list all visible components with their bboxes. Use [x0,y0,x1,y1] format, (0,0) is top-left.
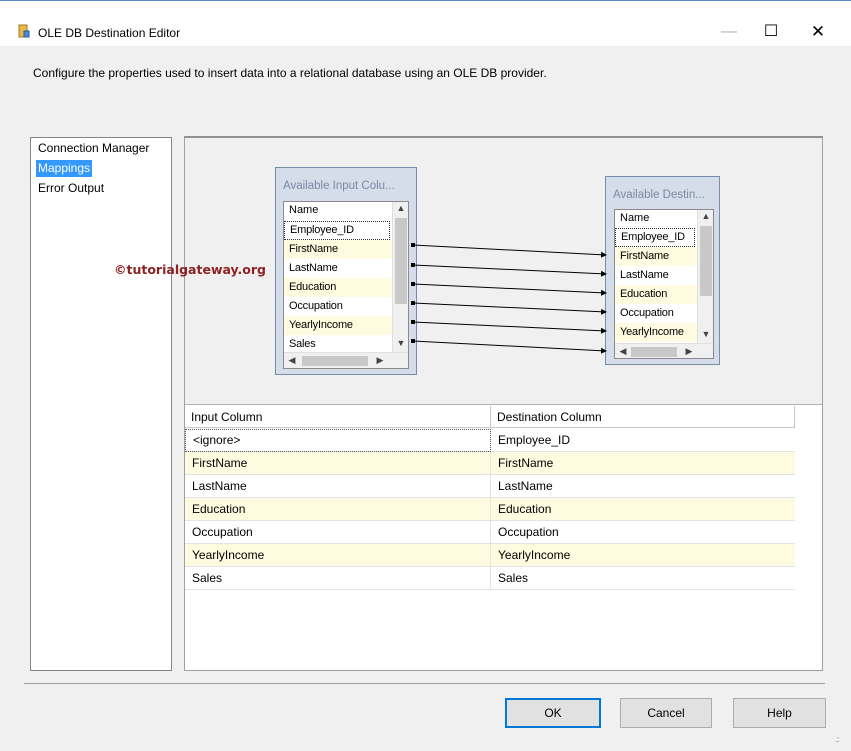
destination-column-cell[interactable]: YearlyIncome [491,544,795,567]
ok-button[interactable]: OK [505,698,601,728]
table-row[interactable]: Sales Sales [185,567,795,590]
input-column-cell[interactable]: YearlyIncome [185,544,491,567]
resize-grip-icon[interactable]: .:: [835,735,840,744]
destination-column-cell[interactable]: Sales [491,567,795,590]
ssis-destination-icon [18,24,30,38]
watermark-text: ©tutorialgateway.org [114,262,266,277]
table-row[interactable]: Education Education [185,498,795,521]
close-button[interactable]: ✕ [795,19,841,45]
mapping-link[interactable] [412,283,607,296]
table-row[interactable]: Occupation Occupation [185,521,795,544]
input-column-header[interactable]: Input Column [185,406,491,428]
mapping-link[interactable] [412,264,607,277]
nav-panel: Connection Manager Mappings Error Output [30,137,172,671]
mapping-link[interactable] [412,302,607,315]
input-column-cell[interactable]: <ignore> [185,429,491,452]
input-column-cell[interactable]: Education [185,498,491,521]
destination-column-cell[interactable]: LastName [491,475,795,498]
mapping-link[interactable] [412,321,607,334]
destination-column-cell[interactable]: Occupation [491,521,795,544]
nav-item-error-output[interactable]: Error Output [36,180,106,197]
mapping-link[interactable] [412,340,607,354]
mapping-links [411,243,607,354]
table-row[interactable]: FirstName FirstName [185,452,795,475]
mapping-grid-header: Input Column Destination Column [185,406,795,428]
table-row[interactable]: <ignore> Employee_ID [185,429,795,452]
footer-separator [24,683,825,684]
destination-column-cell[interactable]: FirstName [491,452,795,475]
mappings-panel: Available Input Colu... Name Employee_ID… [184,136,823,671]
cancel-button[interactable]: Cancel [620,698,712,728]
nav-item-mappings[interactable]: Mappings [36,160,93,177]
mapping-diagram: Available Input Colu... Name Employee_ID… [185,138,822,405]
table-row[interactable]: YearlyIncome YearlyIncome [185,544,795,567]
help-button[interactable]: Help [733,698,826,728]
destination-column-cell[interactable]: Education [491,498,795,521]
input-column-cell[interactable]: Sales [185,567,491,590]
minimize-button[interactable]: — [706,19,752,45]
destination-column-cell[interactable]: Employee_ID [491,429,795,452]
maximize-button[interactable]: ☐ [748,19,794,45]
nav-item-connection-manager[interactable]: Connection Manager [36,140,151,157]
input-column-cell[interactable]: LastName [185,475,491,498]
mapping-link[interactable] [412,244,607,258]
editor-description: Configure the properties used to insert … [33,66,547,80]
input-column-cell[interactable]: FirstName [185,452,491,475]
input-column-cell[interactable]: Occupation [185,521,491,544]
title-bar: OLE DB Destination Editor — ☐ ✕ [0,0,851,46]
window-title: OLE DB Destination Editor [38,26,181,40]
destination-column-header[interactable]: Destination Column [491,406,795,428]
table-row[interactable]: LastName LastName [185,475,795,498]
